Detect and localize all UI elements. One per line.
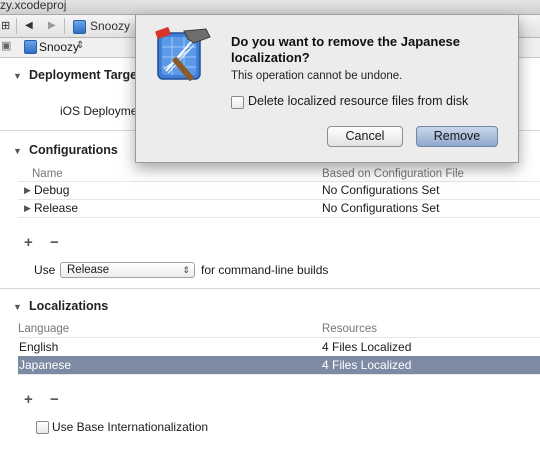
dialog-message: This operation cannot be undone. xyxy=(231,70,403,82)
config-based-on: No Configurations Set xyxy=(322,183,440,197)
command-line-config-value: Release xyxy=(67,264,110,276)
configurations-title: Configurations xyxy=(29,143,118,157)
column-header-resources[interactable]: Resources xyxy=(322,323,377,335)
column-header-language[interactable]: Language xyxy=(18,323,69,335)
localization-language: Japanese xyxy=(19,358,72,372)
xcode-hammer-icon xyxy=(155,27,211,81)
popup-arrows-icon[interactable]: ⇕ xyxy=(76,40,84,51)
back-arrow-icon[interactable]: ◀ xyxy=(25,15,33,37)
deployment-target-title: Deployment Target xyxy=(29,68,142,82)
sidebar-toggle-icon[interactable]: ▣ xyxy=(1,39,11,52)
table-row[interactable]: ▶ Debug No Configurations Set xyxy=(18,181,540,199)
window-titlebar: zy.xcodeproj xyxy=(0,0,540,15)
remove-configuration-button[interactable]: − xyxy=(50,234,59,251)
remove-localization-dialog: Do you want to remove the Japanese local… xyxy=(135,15,519,163)
jumpbar-project-icon xyxy=(73,15,86,37)
configurations-disclosure-icon[interactable]: ▼ xyxy=(13,146,22,156)
jumpbar-project-name[interactable]: Snoozy xyxy=(90,15,130,37)
config-name: Debug xyxy=(34,183,70,197)
config-based-on: No Configurations Set xyxy=(322,201,440,215)
ios-deployment-label: iOS Deploymen xyxy=(60,104,145,118)
localization-language: English xyxy=(19,340,59,354)
use-label: Use xyxy=(34,263,56,277)
remove-localization-button[interactable]: − xyxy=(50,391,59,408)
localization-resources: 4 Files Localized xyxy=(322,358,412,372)
localizations-title: Localizations xyxy=(29,299,109,313)
disclosure-closed-icon[interactable]: ▶ xyxy=(24,181,31,199)
use-base-internationalization-label: Use Base Internationalization xyxy=(52,420,209,434)
add-localization-button[interactable]: + xyxy=(24,391,33,408)
column-header-based-on[interactable]: Based on Configuration File xyxy=(322,168,464,180)
divider xyxy=(16,18,17,34)
section-divider xyxy=(0,288,540,289)
command-line-config-popup[interactable]: Release ⇕ xyxy=(60,262,195,278)
forward-arrow-icon[interactable]: ▶ xyxy=(48,15,56,37)
popup-arrows-icon: ⇕ xyxy=(182,265,190,275)
config-name: Release xyxy=(34,201,79,215)
target-icon xyxy=(24,39,37,54)
divider xyxy=(64,18,65,34)
cancel-button[interactable]: Cancel xyxy=(327,126,403,147)
target-selector[interactable]: Snoozy xyxy=(39,40,79,54)
localizations-disclosure-icon[interactable]: ▼ xyxy=(13,302,22,312)
table-row[interactable]: English 4 Files Localized xyxy=(18,338,540,356)
remove-button[interactable]: Remove xyxy=(416,126,498,147)
delete-files-label: Delete localized resource files from dis… xyxy=(248,94,469,108)
row-divider xyxy=(18,217,540,218)
delete-files-checkbox[interactable] xyxy=(231,96,244,109)
localization-resources: 4 Files Localized xyxy=(322,340,412,354)
table-row[interactable]: ▶ Release No Configurations Set xyxy=(18,199,540,217)
window-title: zy.xcodeproj xyxy=(0,0,67,12)
deployment-disclosure-icon[interactable]: ▼ xyxy=(13,71,22,81)
disclosure-closed-icon[interactable]: ▶ xyxy=(24,199,31,217)
row-divider xyxy=(18,374,540,375)
use-suffix-label: for command-line builds xyxy=(201,263,329,277)
dialog-title: Do you want to remove the Japanese local… xyxy=(231,34,461,65)
use-base-internationalization-checkbox[interactable] xyxy=(36,421,49,434)
add-configuration-button[interactable]: + xyxy=(24,234,33,251)
table-row-selected[interactable]: Japanese 4 Files Localized xyxy=(18,356,540,374)
grid-icon[interactable]: ⊞ xyxy=(1,15,10,37)
column-header-name[interactable]: Name xyxy=(32,168,63,180)
